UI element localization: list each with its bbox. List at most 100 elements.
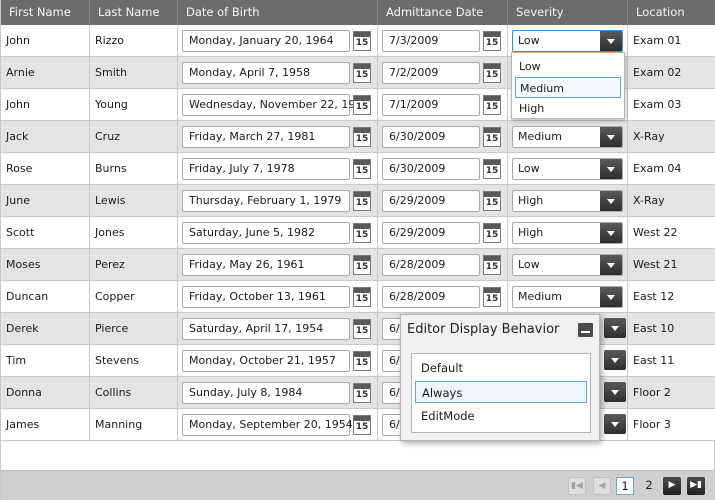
date-of-birth-cell[interactable]: Friday, October 13, 1961 15 bbox=[178, 281, 378, 312]
calendar-icon[interactable]: 15 bbox=[483, 223, 501, 243]
table-row[interactable]: Donna Collins Sunday, July 8, 1984 15 6/15 Fl… bbox=[1, 377, 715, 409]
admittance-date-cell[interactable]: 7/3/2009 15 bbox=[378, 25, 508, 56]
location-cell[interactable]: West 22 bbox=[628, 217, 715, 248]
severity-combobox[interactable]: Low bbox=[512, 30, 623, 52]
admittance-date-picker[interactable]: 7/3/2009 bbox=[382, 30, 480, 52]
severity-cell[interactable]: High bbox=[508, 217, 628, 248]
table-row[interactable]: Scott Jones Saturday, June 5, 1982 15 6/29/2… bbox=[1, 217, 715, 249]
date-of-birth-cell[interactable]: Monday, September 20, 1954 15 bbox=[178, 409, 378, 440]
page-2-button[interactable]: 2 bbox=[640, 477, 658, 495]
editor-behavior-listbox[interactable]: Default Always EditMode bbox=[411, 353, 591, 433]
calendar-icon[interactable]: 15 bbox=[483, 31, 501, 51]
admittance-date-cell[interactable]: 7/2/2009 15 bbox=[378, 57, 508, 88]
admittance-date-picker[interactable]: 6/28/2009 bbox=[382, 254, 480, 276]
calendar-icon[interactable]: 15 bbox=[353, 223, 371, 243]
chevron-down-icon[interactable] bbox=[604, 414, 626, 434]
calendar-icon[interactable]: 15 bbox=[483, 191, 501, 211]
calendar-icon[interactable]: 15 bbox=[353, 415, 371, 435]
date-of-birth-cell[interactable]: Monday, April 7, 1958 15 bbox=[178, 57, 378, 88]
table-row[interactable]: June Lewis Thursday, February 1, 1979 15 6/2… bbox=[1, 185, 715, 217]
date-of-birth-picker[interactable]: Monday, January 20, 1964 bbox=[182, 30, 350, 52]
calendar-icon[interactable]: 15 bbox=[353, 127, 371, 147]
location-cell[interactable]: X-Ray bbox=[628, 121, 715, 152]
previous-page-icon[interactable]: ◀ bbox=[593, 477, 611, 495]
last-name-cell[interactable]: Copper bbox=[90, 281, 178, 312]
chevron-down-icon[interactable] bbox=[604, 350, 626, 370]
severity-combobox[interactable]: Low bbox=[512, 158, 623, 180]
first-page-icon[interactable]: ▮◀ bbox=[568, 477, 586, 495]
admittance-date-picker[interactable]: 7/1/2009 bbox=[382, 94, 480, 116]
calendar-icon[interactable]: 15 bbox=[483, 63, 501, 83]
severity-combobox[interactable]: Medium bbox=[512, 126, 623, 148]
severity-cell[interactable]: Low bbox=[508, 249, 628, 280]
severity-combobox[interactable]: High bbox=[512, 190, 623, 212]
calendar-icon[interactable]: 15 bbox=[483, 95, 501, 115]
chevron-down-icon[interactable] bbox=[600, 255, 622, 275]
table-row[interactable]: James Manning Monday, September 20, 1954 15… bbox=[1, 409, 715, 441]
last-page-icon[interactable]: ▶▮ bbox=[687, 477, 705, 495]
date-of-birth-cell[interactable]: Friday, July 7, 1978 15 bbox=[178, 153, 378, 184]
table-row[interactable]: Jack Cruz Friday, March 27, 1981 15 6/30/200… bbox=[1, 121, 715, 153]
last-name-cell[interactable]: Young bbox=[90, 89, 178, 120]
first-name-cell[interactable]: Derek bbox=[1, 313, 90, 344]
severity-option-medium[interactable]: Medium bbox=[515, 77, 621, 98]
calendar-icon[interactable]: 15 bbox=[483, 255, 501, 275]
date-of-birth-cell[interactable]: Sunday, July 8, 1984 15 bbox=[178, 377, 378, 408]
first-name-cell[interactable]: Arnie bbox=[1, 57, 90, 88]
location-cell[interactable]: Exam 04 bbox=[628, 153, 715, 184]
calendar-icon[interactable]: 15 bbox=[353, 95, 371, 115]
last-name-cell[interactable]: Perez bbox=[90, 249, 178, 280]
date-of-birth-cell[interactable]: Wednesday, November 22, 1967 15 bbox=[178, 89, 378, 120]
first-name-cell[interactable]: June bbox=[1, 185, 90, 216]
editor-option-editmode[interactable]: EditMode bbox=[415, 405, 587, 427]
chevron-down-icon[interactable] bbox=[600, 127, 622, 147]
table-row[interactable]: Moses Perez Friday, May 26, 1961 15 6/28/200… bbox=[1, 249, 715, 281]
admittance-date-cell[interactable]: 6/30/2009 15 bbox=[378, 153, 508, 184]
chevron-down-icon[interactable] bbox=[600, 287, 622, 307]
calendar-icon[interactable]: 15 bbox=[353, 351, 371, 371]
table-row[interactable]: Rose Burns Friday, July 7, 1978 15 6/30/2009… bbox=[1, 153, 715, 185]
calendar-icon[interactable]: 15 bbox=[353, 159, 371, 179]
column-header-severity[interactable]: Severity bbox=[508, 0, 628, 25]
admittance-date-picker[interactable]: 7/2/2009 bbox=[382, 62, 480, 84]
location-cell[interactable]: Exam 03 bbox=[628, 89, 715, 120]
calendar-icon[interactable]: 15 bbox=[353, 383, 371, 403]
admittance-date-cell[interactable]: 6/28/2009 15 bbox=[378, 281, 508, 312]
chevron-down-icon[interactable] bbox=[600, 31, 622, 51]
last-name-cell[interactable]: Pierce bbox=[90, 313, 178, 344]
date-of-birth-cell[interactable]: Thursday, February 1, 1979 15 bbox=[178, 185, 378, 216]
column-header-last-name[interactable]: Last Name bbox=[90, 0, 178, 25]
severity-cell[interactable]: Low bbox=[508, 153, 628, 184]
chevron-down-icon[interactable] bbox=[604, 382, 626, 402]
date-of-birth-picker[interactable]: Friday, March 27, 1981 bbox=[182, 126, 350, 148]
location-cell[interactable]: X-Ray bbox=[628, 185, 715, 216]
date-of-birth-cell[interactable]: Friday, March 27, 1981 15 bbox=[178, 121, 378, 152]
date-of-birth-picker[interactable]: Thursday, February 1, 1979 bbox=[182, 190, 350, 212]
location-cell[interactable]: East 10 bbox=[628, 313, 715, 344]
severity-combobox[interactable]: Medium bbox=[512, 286, 623, 308]
severity-option-low[interactable]: Low bbox=[515, 56, 621, 77]
date-of-birth-picker[interactable]: Monday, September 20, 1954 bbox=[182, 414, 353, 436]
severity-option-high[interactable]: High bbox=[515, 98, 621, 119]
last-name-cell[interactable]: Burns bbox=[90, 153, 178, 184]
admittance-date-picker[interactable]: 6/30/2009 bbox=[382, 158, 480, 180]
severity-cell[interactable]: Medium bbox=[508, 121, 628, 152]
last-name-cell[interactable]: Rizzo bbox=[90, 25, 178, 56]
date-of-birth-picker[interactable]: Monday, October 21, 1957 bbox=[182, 350, 350, 372]
date-of-birth-picker[interactable]: Friday, October 13, 1961 bbox=[182, 286, 350, 308]
column-header-date-of-birth[interactable]: Date of Birth bbox=[178, 0, 378, 25]
calendar-icon[interactable]: 15 bbox=[353, 255, 371, 275]
table-row[interactable]: Tim Stevens Monday, October 21, 1957 15 6/15… bbox=[1, 345, 715, 377]
severity-combobox[interactable]: Low bbox=[512, 254, 623, 276]
date-of-birth-picker[interactable]: Sunday, July 8, 1984 bbox=[182, 382, 350, 404]
table-row[interactable]: Duncan Copper Friday, October 13, 1961 15 6/… bbox=[1, 281, 715, 313]
first-name-cell[interactable]: Moses bbox=[1, 249, 90, 280]
chevron-down-icon[interactable] bbox=[600, 159, 622, 179]
severity-cell[interactable]: Medium bbox=[508, 281, 628, 312]
calendar-icon[interactable]: 15 bbox=[353, 319, 371, 339]
location-cell[interactable]: West 21 bbox=[628, 249, 715, 280]
location-cell[interactable]: East 11 bbox=[628, 345, 715, 376]
first-name-cell[interactable]: John bbox=[1, 25, 90, 56]
first-name-cell[interactable]: Scott bbox=[1, 217, 90, 248]
date-of-birth-cell[interactable]: Friday, May 26, 1961 15 bbox=[178, 249, 378, 280]
